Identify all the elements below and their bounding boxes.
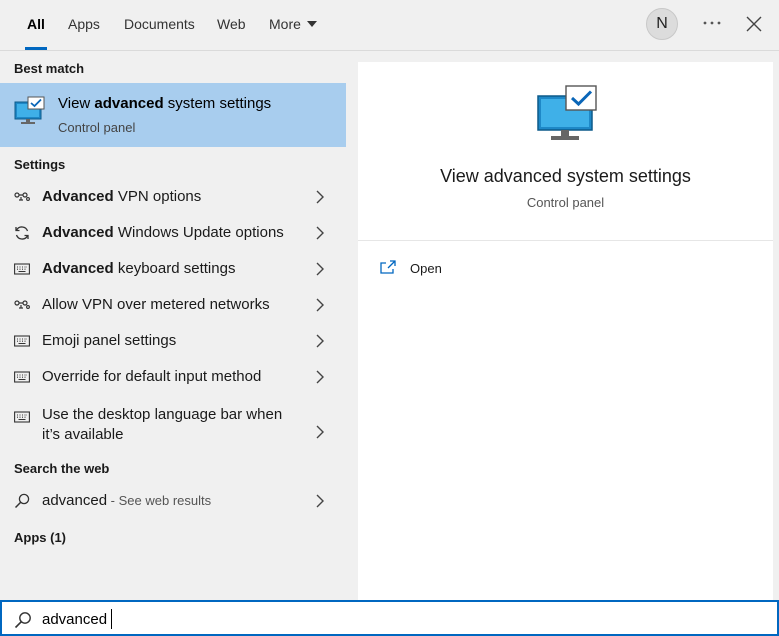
- label-rest: Override for default input method: [42, 368, 262, 385]
- open-icon: [380, 260, 396, 274]
- settings-item-emoji-panel[interactable]: Emoji panel settings: [0, 323, 346, 359]
- tab-more-label: More: [269, 16, 301, 32]
- search-icon: [14, 612, 31, 629]
- settings-item-input-method[interactable]: Override for default input method: [0, 359, 346, 395]
- divider: [358, 240, 773, 241]
- monitor-check-icon: [14, 96, 45, 124]
- web-hint: - See web results: [107, 493, 212, 508]
- section-best-match: Best match: [14, 61, 85, 76]
- settings-item-keyboard[interactable]: Advanced keyboard settings: [0, 251, 346, 287]
- monitor-check-icon: [537, 85, 597, 140]
- label-bold: Advanced: [42, 224, 114, 241]
- chevron-right-icon: [316, 370, 324, 384]
- settings-item-vpn-metered[interactable]: Allow VPN over metered networks: [0, 287, 346, 323]
- keyboard-icon: [14, 371, 30, 383]
- search-input[interactable]: [42, 607, 642, 631]
- settings-item-label: Override for default input method: [42, 368, 261, 385]
- tab-more[interactable]: More: [269, 0, 317, 50]
- settings-item-label: Advanced VPN options: [42, 188, 201, 205]
- title-pre: View: [58, 95, 95, 112]
- chevron-right-icon: [316, 226, 324, 240]
- title-post: system settings: [163, 95, 272, 112]
- vpn-icon: [14, 300, 30, 309]
- settings-item-vpn-options[interactable]: Advanced VPN options: [0, 179, 346, 215]
- label-rest: Emoji panel settings: [42, 332, 177, 349]
- chevron-right-icon: [316, 494, 324, 508]
- chevron-down-icon: [306, 21, 317, 28]
- web-query: advanced: [42, 492, 108, 509]
- settings-item-label: Advanced keyboard settings: [42, 260, 235, 277]
- keyboard-icon: [14, 335, 30, 347]
- avatar[interactable]: N: [646, 8, 678, 40]
- preview-subtitle: Control panel: [526, 195, 605, 210]
- label-rest: Allow VPN over metered networks: [42, 296, 270, 313]
- settings-item-language-bar[interactable]: Use the desktop language bar when it’s a…: [0, 403, 346, 459]
- keyboard-icon: [14, 263, 30, 275]
- settings-item-label: Use the desktop language bar when it’s a…: [42, 405, 292, 445]
- best-match-title: View advanced system settings: [58, 95, 271, 112]
- settings-item-label: Allow VPN over metered networks: [42, 296, 270, 313]
- chevron-right-icon: [316, 334, 324, 348]
- label-bold: Advanced: [42, 188, 114, 205]
- settings-item-windows-update[interactable]: Advanced Windows Update options: [0, 215, 346, 251]
- more-options-icon[interactable]: [700, 11, 724, 35]
- keyboard-icon: [14, 411, 30, 423]
- vpn-icon: [14, 192, 30, 201]
- preview-pane: View advanced system settings Control pa…: [358, 62, 773, 600]
- search-icon: [14, 493, 30, 509]
- open-label: Open: [410, 261, 442, 276]
- section-settings: Settings: [14, 157, 66, 172]
- close-icon[interactable]: [742, 12, 766, 36]
- sync-icon: [15, 226, 29, 240]
- search-box[interactable]: [0, 600, 779, 636]
- settings-item-label: Emoji panel settings: [42, 332, 176, 349]
- tab-all[interactable]: All: [25, 0, 47, 50]
- label-rest: VPN options: [113, 188, 202, 205]
- best-match-item[interactable]: View advanced system settings Control pa…: [0, 83, 346, 147]
- label-rest: Use the desktop language bar when it’s a…: [42, 406, 283, 443]
- tab-web[interactable]: Web: [217, 0, 246, 50]
- search-tab-bar: All Apps Documents Web More N: [0, 0, 779, 51]
- label-bold: Advanced: [42, 260, 114, 277]
- preview-title: View advanced system settings: [440, 166, 691, 186]
- web-result-item[interactable]: advanced - See web results: [0, 483, 346, 519]
- chevron-right-icon: [316, 298, 324, 312]
- chevron-right-icon: [316, 190, 324, 204]
- chevron-right-icon: [316, 262, 324, 276]
- label-rest: Windows Update options: [113, 224, 284, 241]
- section-apps[interactable]: Apps (1): [14, 530, 66, 545]
- title-bold: advanced: [94, 95, 164, 112]
- chevron-right-icon: [316, 425, 324, 439]
- results-list: Best match View advanced system settings…: [0, 51, 346, 600]
- settings-item-label: Advanced Windows Update options: [42, 224, 284, 241]
- best-match-subtitle: Control panel: [58, 120, 136, 135]
- section-search-web: Search the web: [14, 461, 110, 476]
- label-rest: keyboard settings: [113, 260, 236, 277]
- tab-documents[interactable]: Documents: [124, 0, 195, 50]
- web-result-label: advanced - See web results: [42, 492, 211, 509]
- tab-apps[interactable]: Apps: [68, 0, 100, 50]
- text-cursor: [111, 609, 112, 629]
